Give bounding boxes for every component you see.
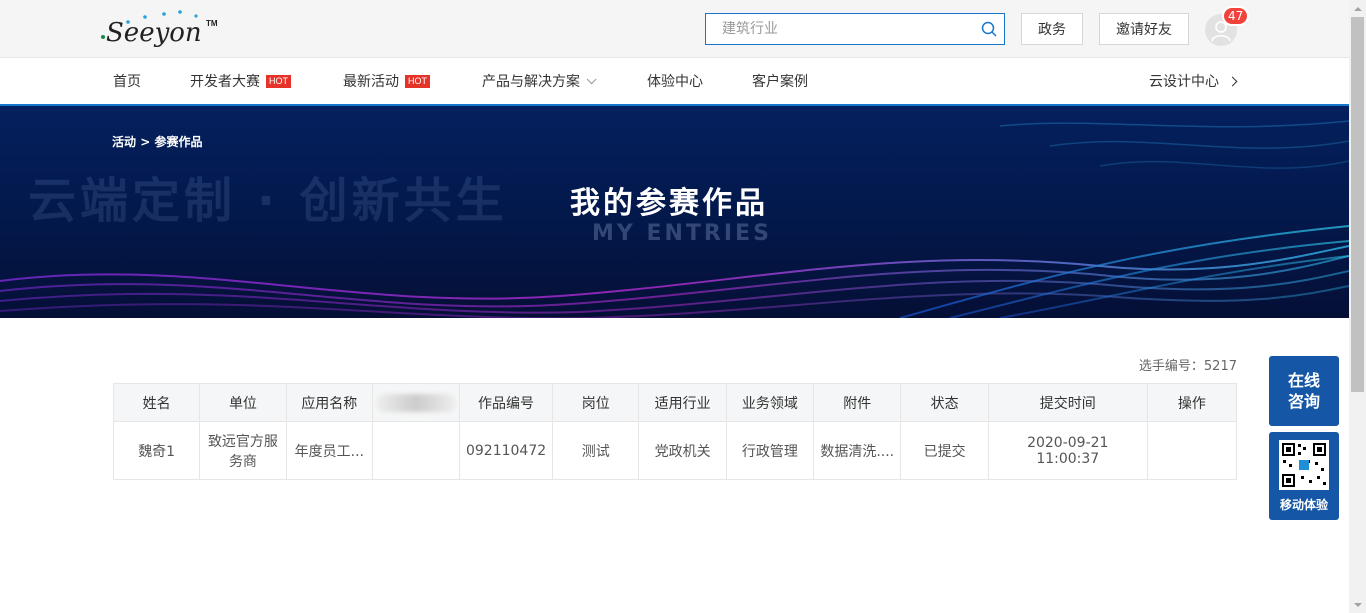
cell-status: 已提交 bbox=[900, 421, 989, 480]
invite-friends-button[interactable]: 邀请好友 bbox=[1099, 13, 1189, 45]
scroll-thumb[interactable] bbox=[1351, 17, 1364, 392]
col-submit-time: 提交时间 bbox=[987, 383, 1148, 422]
nav-cloud-design-center[interactable]: 云设计中心 bbox=[1149, 58, 1238, 104]
col-actions: 操作 bbox=[1146, 383, 1238, 422]
cell-app-name[interactable]: 年度员工... bbox=[285, 421, 374, 480]
col-name: 姓名 bbox=[112, 383, 201, 422]
col-attachment: 附件 bbox=[812, 383, 902, 422]
cell-submit-time: 2020-09-21 11:00:37 bbox=[987, 421, 1148, 480]
chevron-down-icon bbox=[586, 73, 597, 84]
top-header: Seeyon TM 政务 邀请好友 47 bbox=[0, 0, 1349, 58]
seeyon-logo[interactable]: Seeyon TM bbox=[100, 8, 230, 48]
scroll-up-arrow-icon[interactable] bbox=[1349, 0, 1366, 17]
search-input[interactable] bbox=[722, 21, 974, 37]
breadcrumb-separator: > bbox=[140, 135, 151, 149]
gov-button[interactable]: 政务 bbox=[1021, 13, 1083, 45]
nav-developer-contest[interactable]: 开发者大赛 HOT bbox=[190, 58, 291, 104]
chevron-right-icon bbox=[1227, 76, 1238, 86]
search-box[interactable] bbox=[705, 13, 1005, 45]
cell-position: 测试 bbox=[552, 421, 640, 480]
logo-text: Seeyon bbox=[106, 18, 202, 48]
cell-industry: 党政机关 bbox=[638, 421, 727, 480]
cell-attachment[interactable]: 数据清洗.... bbox=[812, 421, 902, 480]
search-icon[interactable] bbox=[974, 14, 1004, 44]
breadcrumb: 活动 > 参赛作品 bbox=[112, 133, 202, 150]
col-position: 岗位 bbox=[552, 383, 640, 422]
table-header-row: 姓名 单位 应用名称 作品编号 岗位 适用行业 业务领域 附件 状态 提交时间 … bbox=[112, 383, 1238, 422]
nav-home[interactable]: 首页 bbox=[113, 58, 141, 104]
svg-text:TM: TM bbox=[206, 19, 218, 28]
cell-business-area: 行政管理 bbox=[725, 421, 815, 480]
col-status: 状态 bbox=[900, 383, 989, 422]
col-blurred bbox=[372, 383, 460, 422]
scroll-down-arrow-icon[interactable] bbox=[1349, 596, 1366, 613]
cell-name: 魏奇1 bbox=[112, 421, 201, 480]
col-app-name: 应用名称 bbox=[285, 383, 374, 422]
player-number: 选手编号：5217 bbox=[1138, 359, 1237, 374]
nav-experience-center[interactable]: 体验中心 bbox=[647, 58, 703, 104]
cell-work-no: 092110472 bbox=[458, 421, 554, 480]
nav-products-solutions[interactable]: 产品与解决方案 bbox=[482, 58, 597, 104]
blurred-text bbox=[376, 393, 456, 412]
online-consult-button[interactable]: 在线 咨询 bbox=[1269, 356, 1339, 426]
cell-actions bbox=[1146, 421, 1238, 480]
page-title: 我的参赛作品 bbox=[570, 186, 768, 221]
qr-code-icon bbox=[1279, 440, 1329, 490]
main-nav: 首页 开发者大赛 HOT 最新活动 HOT 产品与解决方案 体验中心 客户案例 … bbox=[0, 58, 1349, 106]
notification-badge: 47 bbox=[1222, 6, 1250, 26]
breadcrumb-activities[interactable]: 活动 bbox=[112, 135, 136, 149]
hot-badge: HOT bbox=[266, 74, 291, 88]
col-work-no: 作品编号 bbox=[458, 383, 554, 422]
cell-blurred bbox=[372, 421, 460, 480]
mobile-experience-panel[interactable]: 移动体验 bbox=[1269, 432, 1339, 520]
nav-customer-cases[interactable]: 客户案例 bbox=[752, 58, 808, 104]
col-business-area: 业务领域 bbox=[725, 383, 815, 422]
col-unit: 单位 bbox=[199, 383, 287, 422]
mobile-experience-label: 移动体验 bbox=[1279, 498, 1328, 512]
hot-badge: HOT bbox=[405, 74, 430, 88]
page: Seeyon TM 政务 邀请好友 47 首页 bbox=[0, 0, 1366, 613]
cell-unit: 致远官方服务商 bbox=[199, 421, 287, 480]
table-row: 魏奇1 致远官方服务商 年度员工... 092110472 测试 党政机关 行政… bbox=[112, 421, 1238, 480]
hero-banner: 活动 > 参赛作品 云端定制 · 创新共生 我的参赛作品 MY ENTRIES bbox=[0, 106, 1349, 318]
entries-table: 姓名 单位 应用名称 作品编号 岗位 适用行业 业务领域 附件 状态 提交时间 … bbox=[112, 383, 1238, 480]
breadcrumb-current: 参赛作品 bbox=[154, 135, 203, 149]
col-industry: 适用行业 bbox=[638, 383, 727, 422]
page-scrollbar[interactable] bbox=[1349, 0, 1366, 613]
banner-slogan: 云端定制 · 创新共生 bbox=[28, 173, 508, 229]
page-subtitle: MY ENTRIES bbox=[592, 221, 772, 246]
nav-latest-activities[interactable]: 最新活动 HOT bbox=[343, 58, 430, 104]
